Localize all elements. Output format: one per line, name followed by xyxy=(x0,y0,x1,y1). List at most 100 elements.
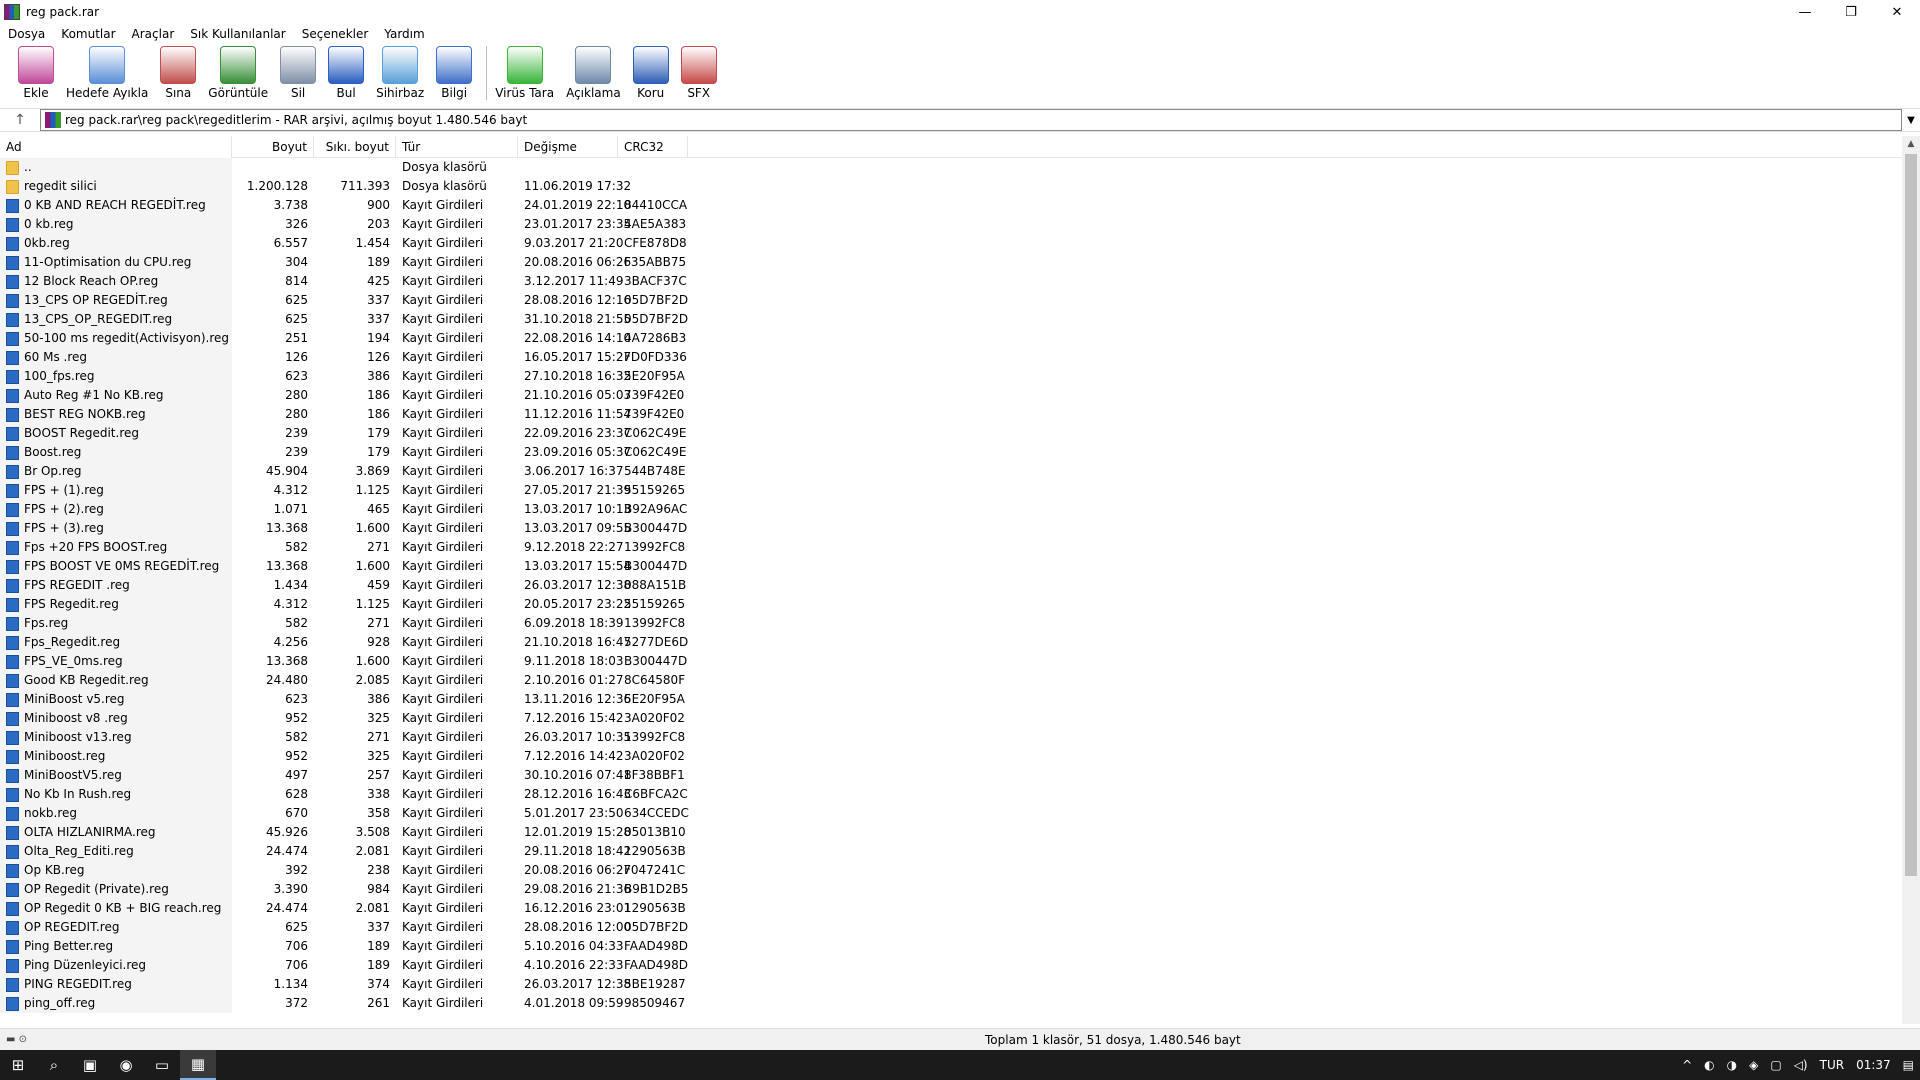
volume-icon[interactable]: ◁) xyxy=(1794,1058,1808,1072)
column-header-modified[interactable]: Değişme xyxy=(518,136,618,158)
table-row[interactable]: Fps.reg 582 271 Kayıt Girdileri 6.09.2018 18… xyxy=(0,614,1902,633)
cell-crc: 088A151B xyxy=(624,578,687,592)
table-row[interactable]: OP Regedit (Private).reg 3.390 984 Kayıt Gi… xyxy=(0,880,1902,899)
drive-icon[interactable]: ▬ ⊙ xyxy=(0,1034,40,1045)
cell-packed: 465 xyxy=(367,502,390,516)
table-row[interactable]: OLTA HIZLANIRMA.reg 45.926 3.508 Kayıt Gird… xyxy=(0,823,1902,842)
table-row[interactable]: BOOST Regedit.reg 239 179 Kayıt Girdileri 22… xyxy=(0,424,1902,443)
scroll-thumb[interactable] xyxy=(1905,154,1917,876)
column-header-name[interactable]: Ad xyxy=(0,136,232,158)
table-row[interactable]: 12 Block Reach OP.reg 814 425 Kayıt Girdile… xyxy=(0,272,1902,291)
menu-item[interactable]: Sık Kullanılanlar xyxy=(182,27,293,41)
column-header-size[interactable]: Boyut xyxy=(232,136,314,158)
table-row[interactable]: Auto Reg #1 No KB.reg 280 186 Kayıt Girdile… xyxy=(0,386,1902,405)
column-header-packed[interactable]: Sıkı. boyut xyxy=(314,136,396,158)
toolbar-button[interactable]: Virüs Tara xyxy=(495,46,554,100)
table-row[interactable]: FPS + (2).reg 1.071 465 Kayıt Girdileri 13.0… xyxy=(0,500,1902,519)
table-row[interactable]: 13_CPS_OP_REGEDIT.reg 625 337 Kayıt Girdile… xyxy=(0,310,1902,329)
network-icon[interactable]: ▢ xyxy=(1770,1058,1781,1072)
table-row[interactable]: 50-100 ms regedit(Activisyon).reg 251 194 K… xyxy=(0,329,1902,348)
toolbar-button[interactable]: SFX xyxy=(680,46,717,100)
table-row[interactable]: OP REGEDIT.reg 625 337 Kayıt Girdileri 28.08… xyxy=(0,918,1902,937)
table-row[interactable]: Boost.reg 239 179 Kayıt Girdileri 23.09.2016… xyxy=(0,443,1902,462)
table-row[interactable]: OP Regedit 0 KB + BIG reach.reg 24.474 2.0… xyxy=(0,899,1902,918)
table-row[interactable]: Miniboost v8 .reg 952 325 Kayıt Girdileri 7.… xyxy=(0,709,1902,728)
system-tray: ^ ◐ ◑ ◈ ▢ ◁) TUR 01:37 ▤ xyxy=(1676,1050,1920,1080)
cell-crc: B300447D xyxy=(624,521,688,535)
toolbar-button[interactable]: Bilgi xyxy=(436,46,473,100)
table-row[interactable]: Ping Better.reg 706 189 Kayıt Girdileri 5.10… xyxy=(0,937,1902,956)
start-windows-icon[interactable]: ⊞ xyxy=(0,1050,36,1080)
toolbar-button[interactable]: Hedefe Ayıkla xyxy=(66,46,148,100)
address-field[interactable]: reg pack.rar\reg pack\regeditlerim - RAR… xyxy=(40,109,1902,131)
task-view-icon[interactable]: ▣ xyxy=(72,1050,108,1080)
toolbar-button[interactable]: Koru xyxy=(632,46,669,100)
table-row[interactable]: Fps_Regedit.reg 4.256 928 Kayıt Girdileri 21… xyxy=(0,633,1902,652)
table-row[interactable]: regedit silici 1.200.128 711.393 Dosya klas… xyxy=(0,177,1902,196)
table-row[interactable]: 0 kb.reg 326 203 Kayıt Girdileri 23.01.2017 … xyxy=(0,215,1902,234)
discord-icon[interactable]: ◐ xyxy=(1704,1058,1714,1072)
table-row[interactable]: Good KB Regedit.reg 24.480 2.085 Kayıt Gird… xyxy=(0,671,1902,690)
table-row[interactable]: MiniBoostV5.reg 497 257 Kayıt Girdileri 30.1… xyxy=(0,766,1902,785)
toolbar-button[interactable]: Ekle xyxy=(18,46,54,100)
chrome-icon[interactable]: ◉ xyxy=(108,1050,144,1080)
table-row[interactable]: 13_CPS OP REGEDİT.reg 625 337 Kayıt Girdile… xyxy=(0,291,1902,310)
table-row[interactable]: Op KB.reg 392 238 Kayıt Girdileri 20.08.2016… xyxy=(0,861,1902,880)
table-row[interactable]: 11-Optimisation du CPU.reg 304 189 Kayıt Gi… xyxy=(0,253,1902,272)
table-row[interactable]: ping_off.reg 372 261 Kayıt Girdileri 4.01.20… xyxy=(0,994,1902,1013)
table-row[interactable]: Miniboost.reg 952 325 Kayıt Girdileri 7.12.2… xyxy=(0,747,1902,766)
toolbar-button[interactable]: Sil xyxy=(280,46,317,100)
table-row[interactable]: Br Op.reg 45.904 3.869 Kayıt Girdileri 3.06.… xyxy=(0,462,1902,481)
table-row[interactable]: FPS REGEDIT .reg 1.434 459 Kayıt Girdileri 2… xyxy=(0,576,1902,595)
table-row[interactable]: 100_fps.reg 623 386 Kayıt Girdileri 27.10.20… xyxy=(0,367,1902,386)
table-row[interactable]: FPS + (3).reg 13.368 1.600 Kayıt Girdileri 1… xyxy=(0,519,1902,538)
menu-item[interactable]: Araçlar xyxy=(124,27,183,41)
table-row[interactable]: Olta_Reg_Editi.reg 24.474 2.081 Kayıt Girdi… xyxy=(0,842,1902,861)
table-row[interactable]: Ping Düzenleyici.reg 706 189 Kayıt Girdiler… xyxy=(0,956,1902,975)
table-row[interactable]: BEST REG NOKB.reg 280 186 Kayıt Girdileri 11… xyxy=(0,405,1902,424)
table-row[interactable]: FPS + (1).reg 4.312 1.125 Kayıt Girdileri 27… xyxy=(0,481,1902,500)
table-row[interactable]: FPS BOOST VE 0MS REGEDİT.reg 13.368 1.600 K… xyxy=(0,557,1902,576)
cell-packed: 189 xyxy=(367,255,390,269)
close-button[interactable]: ✕ xyxy=(1874,0,1920,24)
menu-item[interactable]: Komutlar xyxy=(53,27,123,41)
toolbar-button[interactable]: Görüntüle xyxy=(208,46,268,100)
notification-icon[interactable]: ▤ xyxy=(1903,1058,1914,1072)
table-row[interactable]: nokb.reg 670 358 Kayıt Girdileri 5.01.2017 2… xyxy=(0,804,1902,823)
toolbar-button[interactable]: Açıklama xyxy=(566,46,621,100)
table-row[interactable]: Fps +20 FPS BOOST.reg 582 271 Kayıt Girdile… xyxy=(0,538,1902,557)
table-row[interactable]: FPS_VE_0ms.reg 13.368 1.600 Kayıt Girdileri… xyxy=(0,652,1902,671)
maximize-button[interactable]: ❐ xyxy=(1828,0,1874,24)
table-row[interactable]: Miniboost v13.reg 582 271 Kayıt Girdileri 26… xyxy=(0,728,1902,747)
scroll-up-icon[interactable]: ▲ xyxy=(1902,136,1920,153)
column-header-type[interactable]: Tür xyxy=(396,136,518,158)
table-row[interactable]: 0kb.reg 6.557 1.454 Kayıt Girdileri 9.03.201… xyxy=(0,234,1902,253)
column-header-crc[interactable]: CRC32 xyxy=(618,136,688,158)
toolbar-button[interactable]: Sihirbaz xyxy=(376,46,424,100)
discord-icon[interactable]: ◑ xyxy=(1727,1058,1737,1072)
language-indicator[interactable]: TUR xyxy=(1820,1058,1844,1072)
vertical-scrollbar[interactable]: ▲ xyxy=(1902,136,1920,1024)
table-row[interactable]: 0 KB AND REACH REGEDİT.reg 3.738 900 Kayıt … xyxy=(0,196,1902,215)
table-row[interactable]: PING REGEDIT.reg 1.134 374 Kayıt Girdileri 2… xyxy=(0,975,1902,994)
clock[interactable]: 01:37 xyxy=(1856,1058,1891,1072)
chevron-down-icon[interactable]: ▼ xyxy=(1902,115,1920,126)
table-row[interactable]: FPS Regedit.reg 4.312 1.125 Kayıt Girdileri… xyxy=(0,595,1902,614)
toolbar-button[interactable]: Sına xyxy=(160,46,197,100)
up-arrow-icon[interactable]: ↑ xyxy=(0,112,40,128)
shield-tray-icon[interactable]: ◈ xyxy=(1749,1058,1758,1072)
minimize-button[interactable]: — xyxy=(1782,0,1828,24)
table-row[interactable]: MiniBoost v5.reg 623 386 Kayıt Girdileri 13.… xyxy=(0,690,1902,709)
menu-item[interactable]: Yardım xyxy=(376,27,432,41)
table-row[interactable]: 60 Ms .reg 126 126 Kayıt Girdileri 16.05.201… xyxy=(0,348,1902,367)
winrar-taskbar-icon[interactable]: ▦ xyxy=(180,1050,216,1080)
registry-file-icon xyxy=(6,274,19,289)
table-row[interactable]: .. Dosya klasörü xyxy=(0,158,1902,177)
menu-item[interactable]: Seçenekler xyxy=(294,27,377,41)
toolbar-button[interactable]: Bul xyxy=(328,46,365,100)
tray-chevron-icon[interactable]: ^ xyxy=(1682,1058,1692,1072)
table-row[interactable]: No Kb In Rush.reg 628 338 Kayıt Girdileri 28… xyxy=(0,785,1902,804)
search-icon[interactable]: ⌕ xyxy=(36,1050,72,1080)
menu-item[interactable]: Dosya xyxy=(0,27,53,41)
file-explorer-icon[interactable]: ▭ xyxy=(144,1050,180,1080)
